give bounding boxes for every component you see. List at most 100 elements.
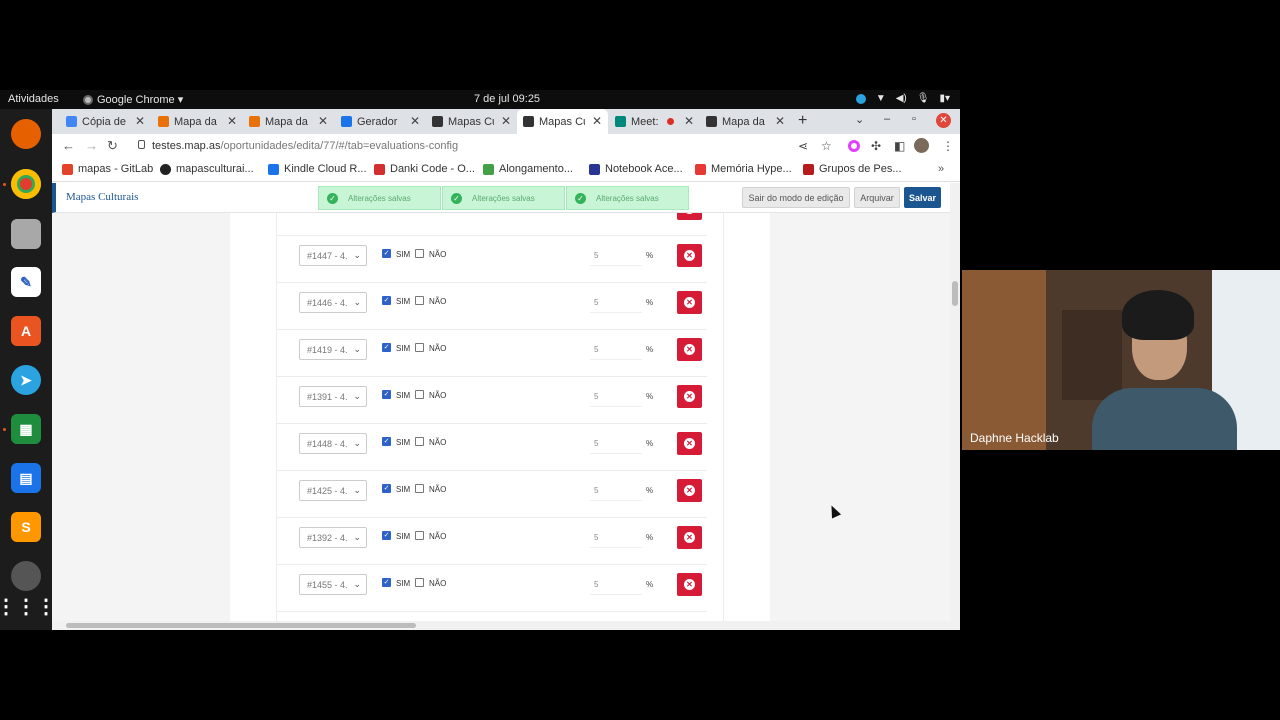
site-brand[interactable]: Mapas Culturais	[66, 191, 138, 203]
share-icon[interactable]: ⋖	[798, 139, 808, 153]
bookmark-3[interactable]: Kindle Cloud R...	[268, 163, 367, 175]
sim-checkbox[interactable]: ✓	[382, 390, 391, 399]
telegram-icon[interactable]: ➤	[11, 365, 41, 395]
chrome-dock-icon[interactable]	[11, 169, 41, 199]
archive-button[interactable]: Arquivar	[854, 187, 900, 208]
scroll-thumb[interactable]	[952, 281, 958, 306]
tab-1[interactable]: Cópia de ✕	[60, 109, 151, 134]
sim-checkbox[interactable]: ✓	[382, 296, 391, 305]
percent-input[interactable]: 5	[590, 386, 642, 407]
app-grid-icon[interactable]: ⋮⋮⋮	[0, 591, 56, 621]
close-icon[interactable]: ✕	[410, 114, 420, 128]
text-editor-icon[interactable]: ✎	[11, 267, 41, 297]
criterion-select[interactable]: #1419 - 4. ⌄	[299, 339, 367, 360]
sidepanel-icon[interactable]: ◧	[894, 139, 905, 153]
nao-checkbox[interactable]	[415, 296, 424, 305]
close-icon[interactable]: ✕	[684, 114, 694, 128]
tab-7[interactable]: Meet: ✕	[609, 109, 700, 134]
tab-6-active[interactable]: Mapas Cu ✕	[517, 109, 608, 134]
delete-button[interactable]: ✕	[677, 385, 702, 408]
sim-checkbox[interactable]: ✓	[382, 249, 391, 258]
sim-checkbox[interactable]: ✓	[382, 437, 391, 446]
exit-edit-mode-button[interactable]: Sair do modo de edição	[742, 187, 850, 208]
delete-button[interactable]: ✕	[677, 479, 702, 502]
address-bar[interactable]: testes.map.as/oportunidades/edita/77/#/t…	[152, 140, 458, 152]
criterion-select[interactable]: #1392 - 4. ⌄	[299, 527, 367, 548]
firefox-icon[interactable]	[11, 119, 41, 149]
menu-icon[interactable]: ⋮	[942, 139, 954, 153]
profile-avatar[interactable]	[914, 138, 929, 153]
nao-checkbox[interactable]	[415, 343, 424, 352]
sim-checkbox[interactable]: ✓	[382, 343, 391, 352]
sublime-icon[interactable]: S	[11, 512, 41, 542]
percent-input[interactable]: 5	[590, 245, 642, 266]
percent-input[interactable]: 5	[590, 292, 642, 313]
delete-button[interactable]: ✕	[677, 526, 702, 549]
bookmark-6[interactable]: Notebook Ace...	[589, 163, 683, 175]
criterion-select[interactable]: #1455 - 4. ⌄	[299, 574, 367, 595]
video-call-tile[interactable]: Daphne Hacklab	[962, 270, 1280, 450]
percent-input[interactable]: 5	[590, 527, 642, 548]
save-button[interactable]: Salvar	[904, 187, 941, 208]
criterion-select[interactable]: #1425 - 4. ⌄	[299, 480, 367, 501]
bookmark-1[interactable]: mapas - GitLab	[62, 163, 153, 175]
tab-3[interactable]: Mapa da ✕	[243, 109, 334, 134]
criterion-select[interactable]: #1446 - 4. ⌄	[299, 292, 367, 313]
clock[interactable]: 7 de jul 09:25	[474, 93, 540, 105]
back-icon[interactable]: ←	[62, 138, 75, 153]
tab-8[interactable]: Mapa da ✕	[700, 109, 791, 134]
percent-input[interactable]: 5	[590, 339, 642, 360]
system-tray[interactable]: ▼ ◀) 🎙 ▮▾	[855, 93, 950, 104]
calc-icon[interactable]: ▦	[11, 414, 41, 444]
criterion-select[interactable]: #1447 - 4. ⌄	[299, 245, 367, 266]
files-icon[interactable]	[11, 219, 41, 249]
maximize-button[interactable]: ▫	[912, 113, 916, 125]
lock-icon[interactable]	[138, 140, 145, 149]
star-icon[interactable]: ☆	[821, 139, 832, 153]
close-icon[interactable]: ✕	[501, 114, 511, 128]
minimize-button[interactable]: –	[884, 113, 890, 125]
percent-input[interactable]: 5	[590, 480, 642, 501]
delete-button[interactable]: ✕	[677, 432, 702, 455]
percent-input[interactable]: 5	[590, 433, 642, 454]
bookmark-8[interactable]: Grupos de Pes...	[803, 163, 902, 175]
nao-checkbox[interactable]	[415, 249, 424, 258]
delete-button[interactable]: ✕	[677, 573, 702, 596]
drive-icon[interactable]	[11, 561, 41, 591]
bookmark-2[interactable]: mapasculturai...	[160, 163, 254, 175]
horizontal-scrollbar[interactable]	[52, 621, 960, 630]
sim-checkbox[interactable]: ✓	[382, 531, 391, 540]
close-icon[interactable]: ✕	[775, 114, 785, 128]
close-icon[interactable]: ✕	[318, 114, 328, 128]
delete-button[interactable]: ✕	[677, 244, 702, 267]
activities-button[interactable]: Atividades	[8, 93, 59, 105]
app-menu[interactable]: Google Chrome ▾	[83, 93, 183, 106]
extension-icon[interactable]	[848, 140, 860, 152]
nao-checkbox[interactable]	[415, 484, 424, 493]
tab-2[interactable]: Mapa da ✕	[152, 109, 243, 134]
close-icon[interactable]: ✕	[135, 114, 145, 128]
sim-checkbox[interactable]: ✓	[382, 578, 391, 587]
puzzle-icon[interactable]: ✣	[871, 139, 881, 153]
more-bookmarks-icon[interactable]: »	[938, 163, 944, 175]
nao-checkbox[interactable]	[415, 390, 424, 399]
close-window-button[interactable]: ✕	[936, 113, 951, 128]
sim-checkbox[interactable]: ✓	[382, 484, 391, 493]
vertical-scrollbar[interactable]	[950, 183, 960, 621]
scroll-thumb[interactable]	[66, 623, 416, 628]
tab-4[interactable]: Gerador ✕	[335, 109, 426, 134]
forward-icon[interactable]: →	[85, 138, 98, 153]
reload-icon[interactable]: ↻	[107, 138, 118, 154]
delete-button[interactable]: ✕	[677, 291, 702, 314]
tab-search-icon[interactable]: ⌄	[855, 113, 864, 126]
bookmark-7[interactable]: Memória Hype...	[695, 163, 792, 175]
delete-button[interactable]: ✕	[677, 338, 702, 361]
new-tab-button[interactable]: +	[798, 112, 807, 130]
close-icon[interactable]: ✕	[227, 114, 237, 128]
criterion-select[interactable]: #1448 - 4. ⌄	[299, 433, 367, 454]
nao-checkbox[interactable]	[415, 437, 424, 446]
tab-5[interactable]: Mapas Cu ✕	[426, 109, 517, 134]
percent-input[interactable]: 5	[590, 574, 642, 595]
writer-icon[interactable]: ▤	[11, 463, 41, 493]
close-icon[interactable]: ✕	[592, 114, 602, 128]
